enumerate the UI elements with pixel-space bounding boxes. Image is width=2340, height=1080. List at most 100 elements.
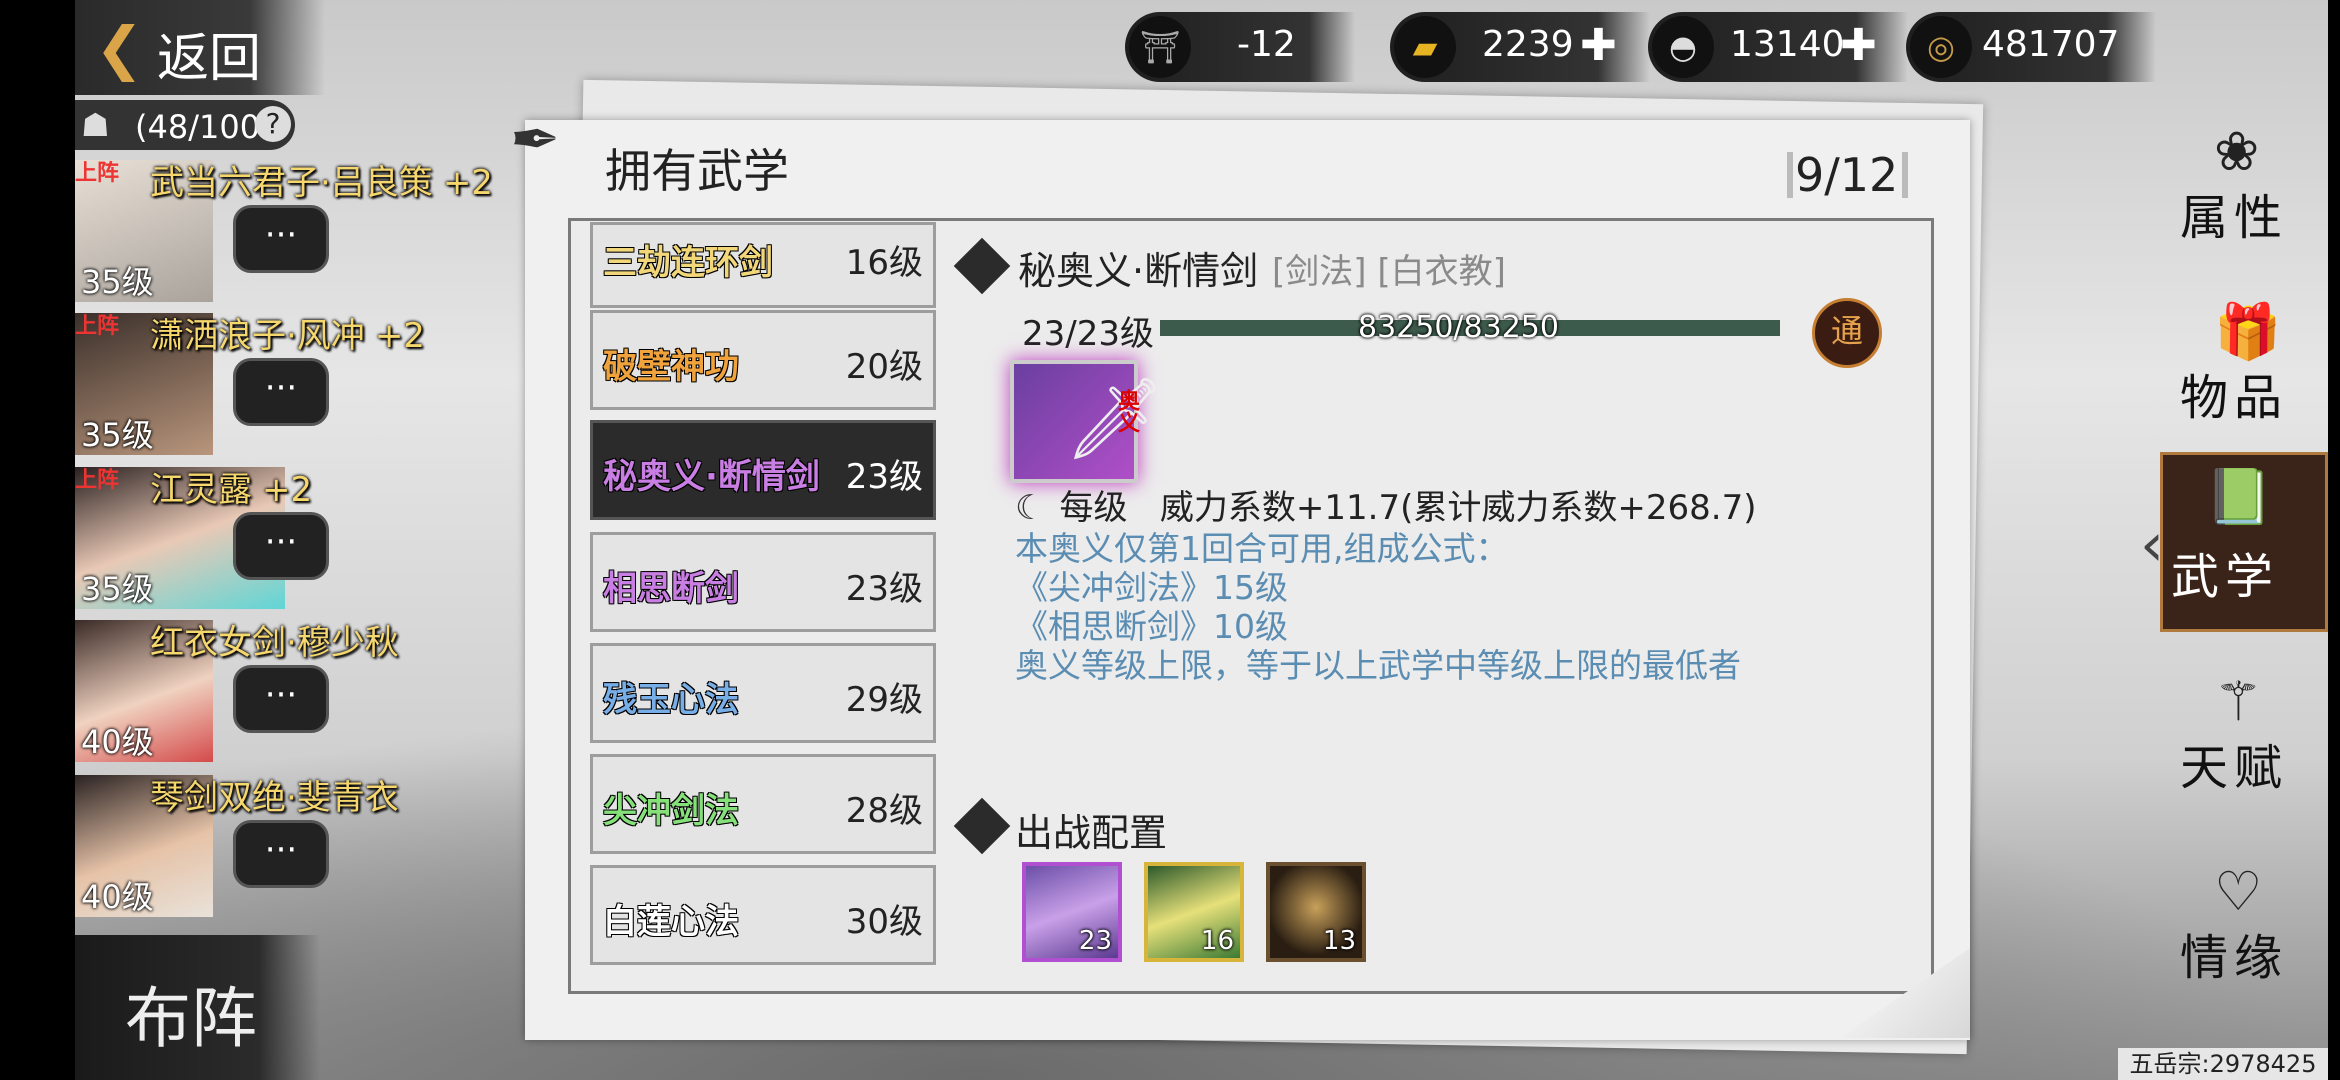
skill-level: 23级: [845, 457, 923, 497]
detail-skill-name: 秘奥义·断情剑: [1018, 249, 1259, 293]
currency-gold: ▰ 2239 ✚: [1390, 12, 1650, 82]
battle-slot[interactable]: 13: [1266, 862, 1366, 962]
skill-name: 三劫连环剑: [603, 243, 773, 283]
formation-label: 布阵: [125, 980, 257, 1057]
detail-skill-tags: [剑法] [白衣教]: [1272, 252, 1506, 292]
skill-item[interactable]: 残玉心法 29级: [590, 643, 936, 743]
deployed-badge: 上阵: [75, 468, 120, 493]
skill-name: 相思断剑: [603, 569, 739, 609]
tab-attributes[interactable]: ❀ 属性: [2172, 110, 2328, 260]
skill-name: 残玉心法: [603, 680, 739, 720]
currency-value: 13140: [1730, 24, 1845, 65]
hero-level: 35级: [81, 263, 154, 301]
currency-value: 481707: [1982, 24, 2120, 65]
currency-copper: ◎ 481707: [1906, 12, 2156, 82]
chat-icon[interactable]: ···: [233, 820, 329, 888]
slot-level: 23: [1078, 926, 1112, 956]
gift-box-icon: 🎁: [2214, 300, 2282, 363]
skill-icon-tag: 奥义: [1114, 389, 1139, 433]
book-icon: 📗: [2205, 465, 2273, 528]
silver-ingot-icon: ◓: [1652, 16, 1714, 78]
hero-level: 40级: [81, 878, 154, 916]
skill-item[interactable]: 三劫连环剑 16级: [590, 222, 936, 308]
right-letterbox: [2328, 0, 2340, 1080]
talent-icon: ⚚: [2214, 670, 2263, 733]
tab-label: 物品: [2180, 370, 2289, 426]
hero-item[interactable]: 上阵 武当六君子·吕良策 +2 35级 ···: [75, 155, 535, 305]
skill-item-selected[interactable]: 秘奥义·断情剑 23级: [590, 420, 936, 520]
currency-value: 2239: [1482, 24, 1574, 65]
hero-item[interactable]: 琴剑双绝·斐青衣 40级 ···: [75, 770, 535, 920]
chat-icon[interactable]: ···: [233, 512, 329, 580]
hero-name: 琴剑双绝·斐青衣: [150, 778, 399, 818]
back-label: 返回: [157, 29, 262, 89]
skill-item[interactable]: 破壁神功 20级: [590, 310, 936, 410]
panel-title: 拥有武学: [605, 144, 789, 198]
hero-name: 江灵露 +2: [150, 470, 313, 510]
skill-icon: 🗡 奥义: [1010, 360, 1166, 483]
hero-item[interactable]: 红衣女剑·穆少秋 40级 ···: [75, 615, 535, 765]
chat-icon[interactable]: ···: [233, 358, 329, 426]
chat-icon[interactable]: ···: [233, 665, 329, 733]
ink-brush-icon: ✒: [510, 105, 561, 175]
cauldron-icon: ⛩: [1129, 16, 1191, 78]
skill-item[interactable]: 相思断剑 23级: [590, 532, 936, 632]
skill-level: 29级: [845, 680, 923, 720]
skill-name: 尖冲剑法: [603, 791, 739, 831]
hero-level: 35级: [81, 416, 154, 454]
help-icon[interactable]: ?: [255, 106, 291, 142]
skill-name: 秘奥义·断情剑: [603, 457, 820, 497]
team-capacity-value: (48/100: [135, 108, 261, 146]
skill-name: 破壁神功: [603, 347, 739, 387]
formation-button[interactable]: 布阵: [75, 935, 320, 1080]
back-button[interactable]: ❮ 返回: [75, 0, 325, 95]
tab-relations[interactable]: ♡ 情缘: [2172, 850, 2328, 1000]
team-capacity: ☗ (48/100 ?: [75, 100, 295, 150]
hero-name: 潇洒浪子·风冲 +2: [150, 316, 425, 356]
skill-name: 白莲心法: [603, 902, 739, 942]
tab-label: 属性: [2180, 190, 2289, 246]
slot-level: 13: [1322, 926, 1356, 956]
skill-item[interactable]: 尖冲剑法 28级: [590, 754, 936, 854]
left-letterbox: [0, 0, 75, 1080]
deployed-badge: 上阵: [75, 314, 120, 339]
hero-name: 武当六君子·吕良策 +2: [150, 163, 493, 203]
slot-level: 16: [1200, 926, 1234, 956]
skill-count: 9/12: [1786, 148, 1909, 202]
heart-knot-icon: ♡: [2214, 860, 2263, 923]
tab-label: 武学: [2171, 549, 2280, 605]
chat-icon[interactable]: ···: [233, 205, 329, 273]
tong-badge[interactable]: 通: [1812, 298, 1882, 368]
hero-item[interactable]: 上阵 潇洒浪子·风冲 +2 35级 ···: [75, 308, 535, 458]
battle-slot[interactable]: 23: [1022, 862, 1122, 962]
server-info: 五岳宗:2978425: [2118, 1048, 2328, 1080]
hero-item[interactable]: 上阵 江灵露 +2 35级 ···: [75, 462, 535, 612]
skill-level: 16级: [845, 243, 923, 283]
skill-item[interactable]: 白莲心法 30级: [590, 865, 936, 965]
hero-level: 35级: [81, 570, 154, 608]
add-gold-button[interactable]: ✚: [1580, 20, 1617, 71]
chevron-left-icon: ❮: [95, 14, 144, 82]
gold-bar-icon: ▰: [1394, 16, 1456, 78]
tab-label: 情缘: [2180, 930, 2289, 986]
tab-talent[interactable]: ⚚ 天赋: [2172, 660, 2328, 810]
tab-items[interactable]: 🎁 物品: [2172, 290, 2328, 440]
detail-level: 23/23级: [1022, 314, 1154, 354]
currency-value: -12: [1237, 24, 1296, 65]
copper-coin-icon: ◎: [1910, 16, 1972, 78]
desc-line: 奥义等级上限，等于以上武学中等级上限的最低者: [1015, 646, 1741, 685]
battle-slot[interactable]: 16: [1144, 862, 1244, 962]
skill-level: 28级: [845, 791, 923, 831]
skill-level: 20级: [845, 347, 923, 387]
team-icon: ☗: [81, 106, 110, 144]
flower-icon: ❀: [2214, 120, 2260, 183]
hero-level: 40级: [81, 723, 154, 761]
skill-level: 23级: [845, 569, 923, 609]
tab-label: 天赋: [2180, 740, 2289, 796]
deployed-badge: 上阵: [75, 161, 120, 186]
exp-value: 83250/83250: [1358, 310, 1559, 345]
currency-stamina: ⛩ -12: [1125, 12, 1355, 82]
tab-martial-arts[interactable]: 📗 武学: [2160, 452, 2328, 632]
add-silver-button[interactable]: ✚: [1840, 20, 1877, 71]
currency-silver: ◓ 13140 ✚: [1648, 12, 1908, 82]
